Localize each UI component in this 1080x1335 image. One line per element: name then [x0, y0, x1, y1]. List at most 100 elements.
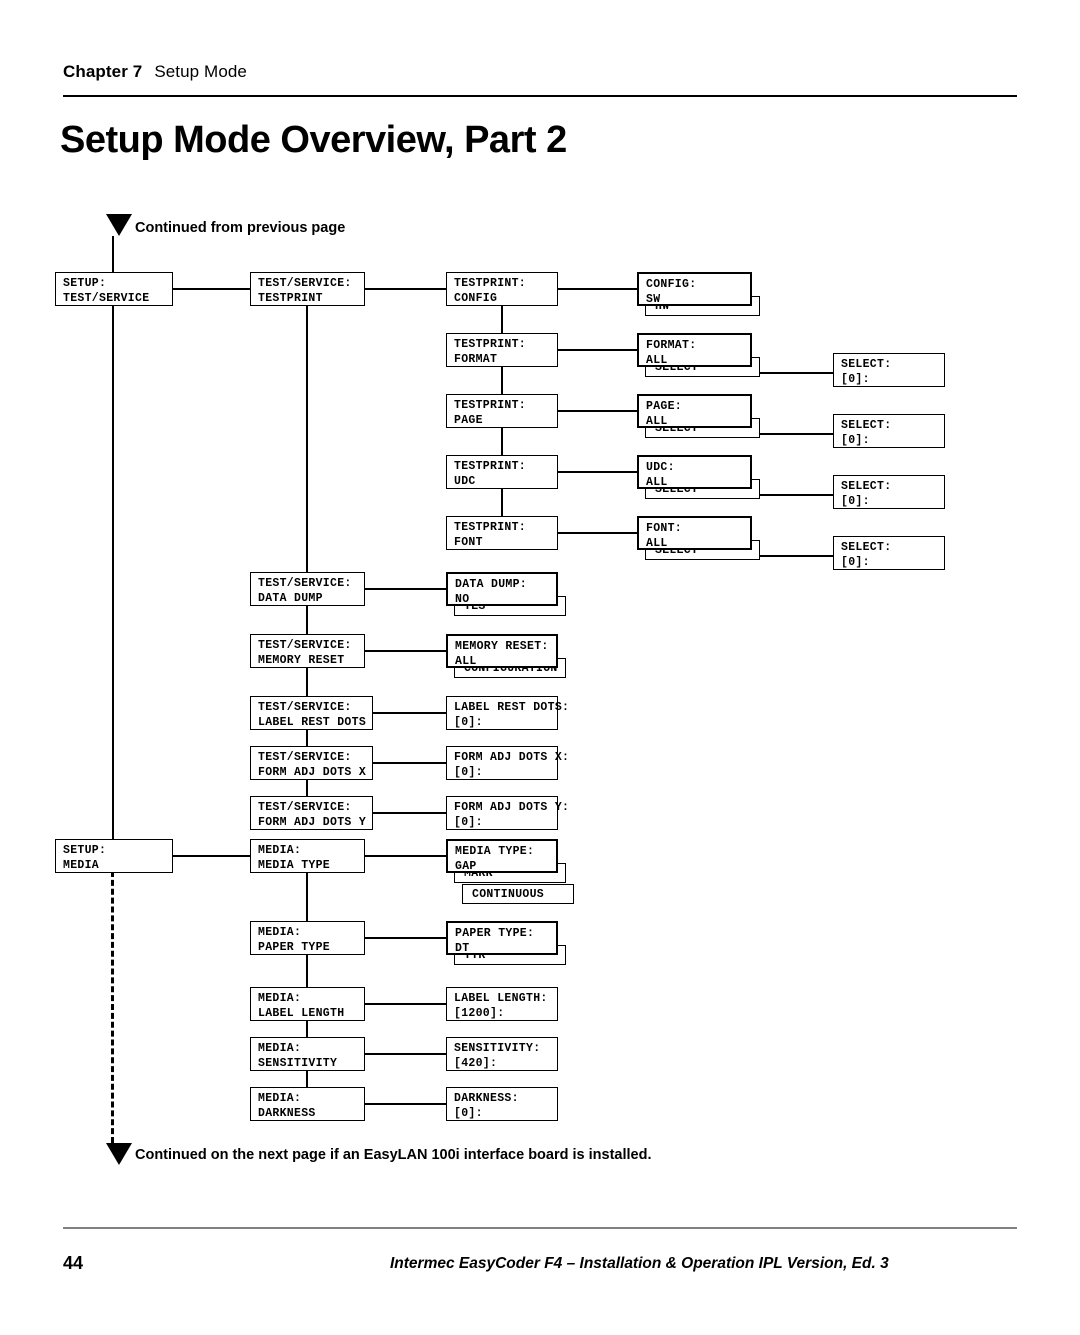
connector-datadump: [364, 588, 450, 591]
node-media-darkness[interactable]: MEDIA: DARKNESS: [250, 1087, 365, 1121]
node-format-options[interactable]: FORMAT: ALL: [637, 333, 752, 367]
connector-mediatype: [364, 855, 450, 858]
node-datadump-options[interactable]: DATA DUMP: NO: [446, 572, 558, 606]
footer-book-line: Intermec EasyCoder F4 – Installation & O…: [390, 1255, 889, 1272]
node-line2: ALL: [646, 415, 668, 428]
node-testservice-formadjdotsy[interactable]: TEST/SERVICE: FORM ADJ DOTS Y: [250, 796, 373, 830]
node-line2: DARKNESS: [258, 1107, 316, 1120]
layer-label: CONTINUOUS: [472, 888, 545, 901]
node-sensitivity-value[interactable]: SENSITIVITY: [420]:: [446, 1037, 558, 1071]
node-formadjdotsy-value[interactable]: FORM ADJ DOTS Y: [0]:: [446, 796, 569, 830]
node-line1: UDC:: [646, 461, 675, 474]
node-darkness-value[interactable]: DARKNESS: [0]:: [446, 1087, 558, 1121]
connector-setup-to-testprint: [172, 288, 252, 291]
node-line2: SENSITIVITY: [258, 1057, 338, 1070]
node-line2: FONT: [454, 536, 483, 549]
node-line1: DARKNESS:: [454, 1092, 519, 1105]
node-line1: MEDIA:: [258, 1042, 302, 1055]
node-line2: PAGE: [454, 414, 483, 427]
node-udc-options[interactable]: UDC: ALL: [637, 455, 752, 489]
node-papertype-options[interactable]: PAPER TYPE: DT: [446, 921, 558, 955]
node-font-options[interactable]: FONT: ALL: [637, 516, 752, 550]
node-testservice-formadjdotsx[interactable]: TEST/SERVICE: FORM ADJ DOTS X: [250, 746, 373, 780]
node-select-font[interactable]: SELECT: [0]:: [833, 536, 945, 570]
node-formadjdotsx-value[interactable]: FORM ADJ DOTS X: [0]:: [446, 746, 569, 780]
node-testprint-config[interactable]: TESTPRINT: CONFIG: [446, 272, 558, 306]
node-line1: FORMAT:: [646, 339, 697, 352]
connector-page-to-select: [757, 433, 835, 436]
node-testprint-udc[interactable]: TESTPRINT: UDC: [446, 455, 558, 489]
node-line1: FORM ADJ DOTS Y:: [454, 801, 570, 814]
connector-labelrest: [364, 712, 450, 715]
node-line1: SETUP:: [63, 844, 107, 857]
node-line2: LABEL REST DOTS: [258, 716, 367, 729]
connector-formadjx: [364, 762, 450, 765]
node-select-page[interactable]: SELECT: [0]:: [833, 414, 945, 448]
node-line2: MEDIA TYPE: [258, 859, 331, 872]
node-testprint-page[interactable]: TESTPRINT: PAGE: [446, 394, 558, 428]
node-line1: SELECT:: [841, 419, 892, 432]
node-line2: ALL: [646, 354, 668, 367]
node-line2: LABEL LENGTH: [258, 1007, 345, 1020]
node-testprint-format[interactable]: TESTPRINT: FORMAT: [446, 333, 558, 367]
connector-labellength: [364, 1003, 450, 1006]
node-media-papertype[interactable]: MEDIA: PAPER TYPE: [250, 921, 365, 955]
connector-udc-to-options: [557, 471, 637, 474]
node-line2: [0]:: [841, 495, 870, 508]
footer-rule: [63, 1227, 1017, 1229]
node-line1: MEDIA:: [258, 844, 302, 857]
node-line2: [0]:: [841, 556, 870, 569]
node-line2: MEMORY RESET: [258, 654, 345, 667]
node-memoryreset-options[interactable]: MEMORY RESET: ALL: [446, 634, 558, 668]
node-testservice-datadump[interactable]: TEST/SERVICE: DATA DUMP: [250, 572, 365, 606]
node-media-mediatype[interactable]: MEDIA: MEDIA TYPE: [250, 839, 365, 873]
node-mediatype-options[interactable]: MEDIA TYPE: GAP: [446, 839, 558, 873]
page-number: 44: [63, 1253, 84, 1273]
node-line2: GAP: [455, 860, 477, 873]
node-line1: SELECT:: [841, 358, 892, 371]
node-setup-testservice[interactable]: SETUP: TEST/SERVICE: [55, 272, 173, 306]
node-line1: MEMORY RESET:: [455, 640, 549, 653]
node-line2: [0]:: [454, 816, 483, 829]
connector-page-to-options: [557, 410, 637, 413]
connector-setup-spine: [112, 272, 115, 845]
connector-darkness: [364, 1103, 450, 1106]
node-line1: TEST/SERVICE:: [258, 277, 352, 290]
node-line2: UDC: [454, 475, 476, 488]
node-select-udc[interactable]: SELECT: [0]:: [833, 475, 945, 509]
node-select-format[interactable]: SELECT: [0]:: [833, 353, 945, 387]
document-page: Chapter 7 Setup Mode Setup Mode Overview,…: [0, 0, 1080, 1335]
node-line1: TESTPRINT:: [454, 399, 527, 412]
node-setup-media[interactable]: SETUP: MEDIA: [55, 839, 173, 873]
node-line2: PAPER TYPE: [258, 941, 331, 954]
node-testservice-testprint[interactable]: TEST/SERVICE: TESTPRINT: [250, 272, 365, 306]
connector-font-to-select: [757, 555, 835, 558]
node-page-options[interactable]: PAGE: ALL: [637, 394, 752, 428]
node-line1: MEDIA:: [258, 992, 302, 1005]
node-line2: [1200]:: [454, 1007, 505, 1020]
node-line1: TEST/SERVICE:: [258, 639, 352, 652]
node-line2: FORM ADJ DOTS X: [258, 766, 367, 779]
node-line1: TEST/SERVICE:: [258, 577, 352, 590]
node-testservice-labelrestdots[interactable]: TEST/SERVICE: LABEL REST DOTS: [250, 696, 373, 730]
node-config-options[interactable]: CONFIG: SW: [637, 272, 752, 306]
node-line2: [0]:: [841, 373, 870, 386]
connector-testprint-to-config: [364, 288, 450, 291]
node-line2: DATA DUMP: [258, 592, 323, 605]
connector-entry: [112, 236, 115, 273]
node-testservice-memoryreset[interactable]: TEST/SERVICE: MEMORY RESET: [250, 634, 365, 668]
node-line1: PAPER TYPE:: [455, 927, 535, 940]
node-mediatype-option-layer3[interactable]: CONTINUOUS: [462, 884, 574, 904]
connector-format-to-options: [557, 349, 637, 352]
node-line1: MEDIA:: [258, 1092, 302, 1105]
node-line1: FONT:: [646, 522, 683, 535]
node-media-labellength[interactable]: MEDIA: LABEL LENGTH: [250, 987, 365, 1021]
node-media-sensitivity[interactable]: MEDIA: SENSITIVITY: [250, 1037, 365, 1071]
node-line1: TESTPRINT:: [454, 521, 527, 534]
node-labelrestdots-value[interactable]: LABEL REST DOTS: [0]:: [446, 696, 569, 730]
node-line2: SW: [646, 293, 661, 306]
node-line2: ALL: [646, 476, 668, 489]
connector-memreset: [364, 650, 450, 653]
node-testprint-font[interactable]: TESTPRINT: FONT: [446, 516, 558, 550]
node-labellength-value[interactable]: LABEL LENGTH: [1200]:: [446, 987, 558, 1021]
